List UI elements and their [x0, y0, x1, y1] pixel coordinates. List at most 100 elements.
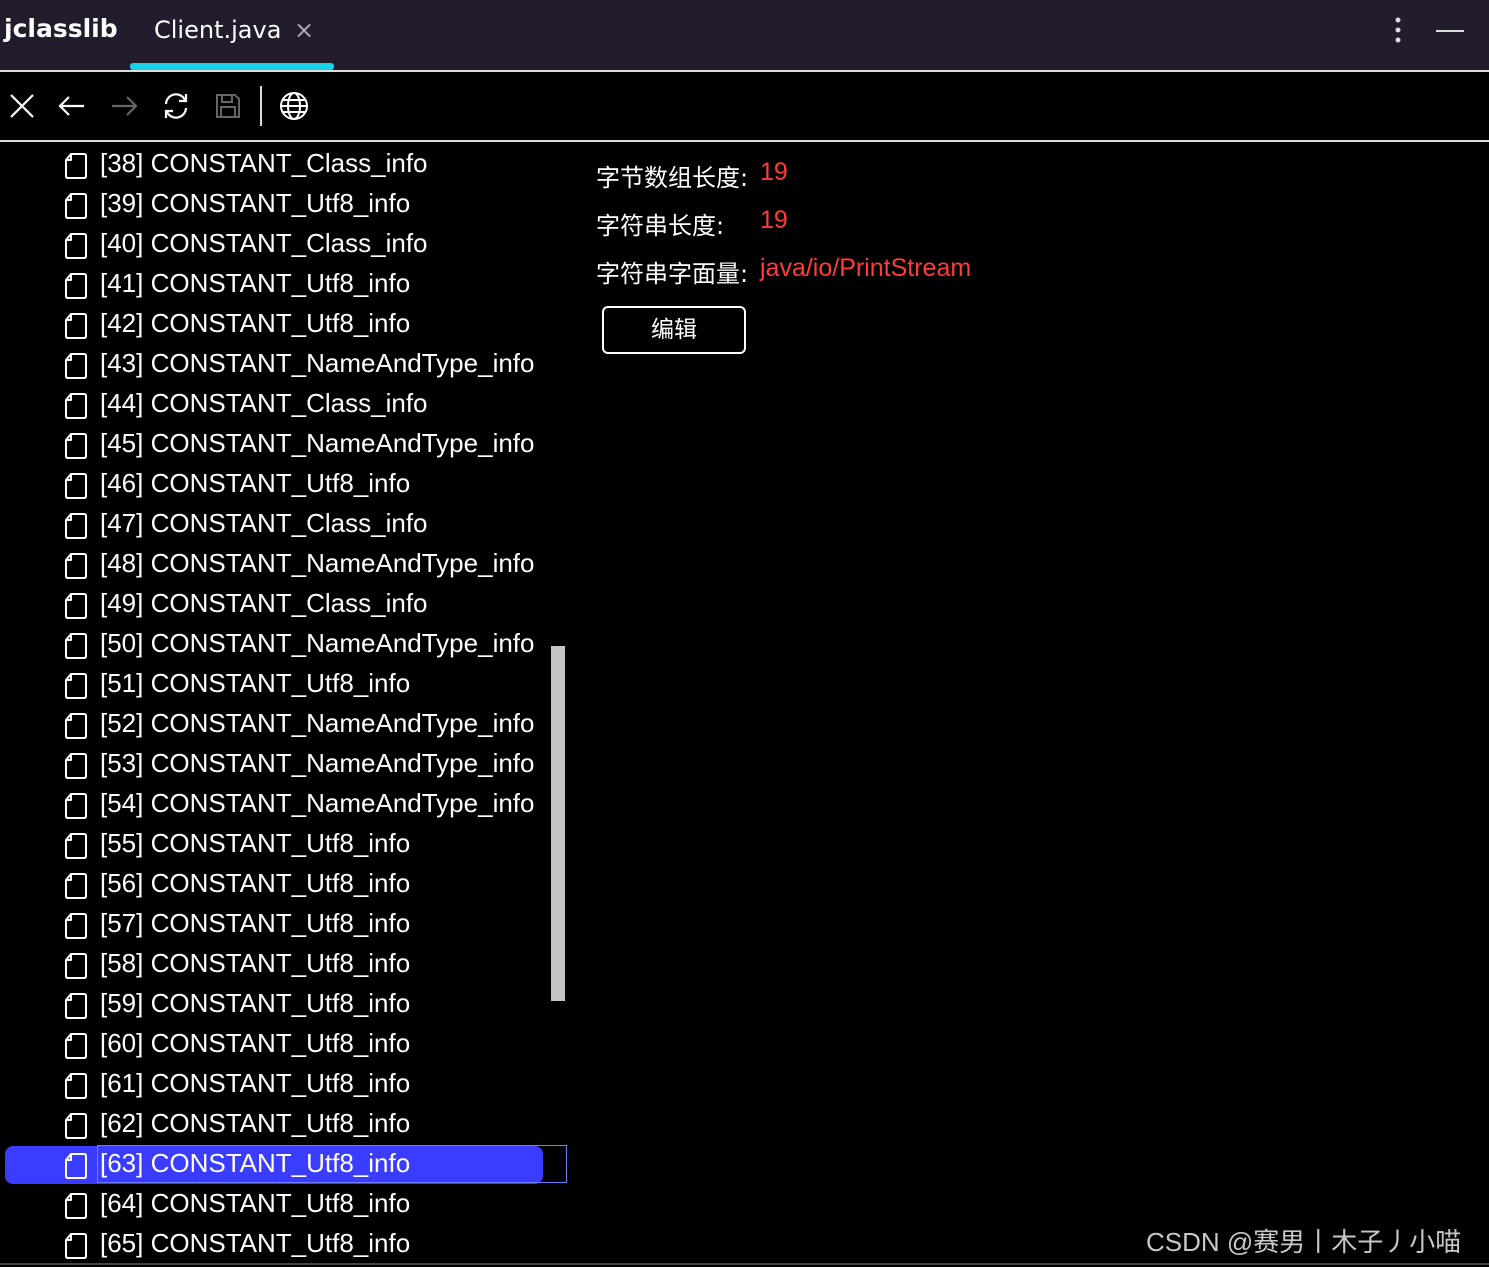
file-icon [65, 633, 87, 659]
tree-row[interactable]: [50] CONSTANT_NameAndType_info [0, 624, 570, 664]
tree-row-label: [63] CONSTANT_Utf8_info [100, 1148, 411, 1178]
byte-length-label: 字节数组长度: [596, 164, 749, 192]
tree-row[interactable]: [53] CONSTANT_NameAndType_info [0, 744, 570, 784]
tree-row[interactable]: [45] CONSTANT_NameAndType_info [0, 424, 570, 464]
back-arrow-icon[interactable] [56, 90, 88, 122]
tree-row[interactable]: [46] CONSTANT_Utf8_info [0, 464, 570, 504]
tree-row[interactable]: [41] CONSTANT_Utf8_info [0, 264, 570, 304]
tree-row[interactable]: [42] CONSTANT_Utf8_info [0, 304, 570, 344]
tree-row-label: [50] CONSTANT_NameAndType_info [100, 628, 535, 658]
tree-row[interactable]: [65] CONSTANT_Utf8_info [0, 1224, 570, 1264]
string-length-label: 字符串长度: [596, 212, 725, 240]
tree-row[interactable]: [60] CONSTANT_Utf8_info [0, 1024, 570, 1064]
file-icon [65, 153, 87, 179]
toolbar [0, 72, 1489, 140]
tree-row[interactable]: [44] CONSTANT_Class_info [0, 384, 570, 424]
edit-button[interactable]: 编辑 [602, 306, 746, 354]
file-icon [65, 1113, 87, 1139]
tree-row[interactable]: [39] CONSTANT_Utf8_info [0, 184, 570, 224]
string-literal-value: java/io/PrintStream [760, 254, 972, 282]
file-icon [65, 913, 87, 939]
string-literal-label: 字符串字面量: [596, 260, 749, 288]
file-icon [65, 753, 87, 779]
file-icon [65, 553, 87, 579]
file-icon [65, 1033, 87, 1059]
tree-row[interactable]: [40] CONSTANT_Class_info [0, 224, 570, 264]
tree-row[interactable]: [56] CONSTANT_Utf8_info [0, 864, 570, 904]
more-options-icon[interactable] [1386, 14, 1410, 46]
file-icon [65, 1193, 87, 1219]
save-icon[interactable] [212, 90, 244, 122]
tree-row-label: [59] CONSTANT_Utf8_info [100, 988, 411, 1018]
file-icon [65, 593, 87, 619]
tree-row-label: [40] CONSTANT_Class_info [100, 228, 428, 258]
tree-row-label: [51] CONSTANT_Utf8_info [100, 668, 411, 698]
file-icon [65, 1233, 87, 1259]
file-icon [65, 713, 87, 739]
tree-row-label: [56] CONSTANT_Utf8_info [100, 868, 411, 898]
tree-row[interactable]: [47] CONSTANT_Class_info [0, 504, 570, 544]
tree-row[interactable]: [64] CONSTANT_Utf8_info [0, 1184, 570, 1224]
tree-row[interactable]: [54] CONSTANT_NameAndType_info [0, 784, 570, 824]
tree-row-label: [57] CONSTANT_Utf8_info [100, 908, 411, 938]
tree-row[interactable]: [49] CONSTANT_Class_info [0, 584, 570, 624]
file-icon [65, 273, 87, 299]
file-icon [65, 1073, 87, 1099]
close-icon[interactable] [6, 90, 38, 122]
file-icon [65, 953, 87, 979]
tree-row-label: [46] CONSTANT_Utf8_info [100, 468, 411, 498]
file-icon [65, 673, 87, 699]
tree-row-label: [58] CONSTANT_Utf8_info [100, 948, 411, 978]
tree-row-label: [65] CONSTANT_Utf8_info [100, 1228, 411, 1258]
tree-row-label: [44] CONSTANT_Class_info [100, 388, 428, 418]
tree-row-label: [39] CONSTANT_Utf8_info [100, 188, 411, 218]
file-icon [65, 313, 87, 339]
tree-scrollbar[interactable] [551, 646, 565, 1001]
refresh-icon[interactable] [160, 90, 192, 122]
string-length-value: 19 [760, 206, 788, 234]
tree-row[interactable]: [51] CONSTANT_Utf8_info [0, 664, 570, 704]
toolbar-separator [260, 86, 262, 126]
file-icon [65, 193, 87, 219]
file-icon [65, 793, 87, 819]
tree-row[interactable]: [57] CONSTANT_Utf8_info [0, 904, 570, 944]
tree-row[interactable]: [61] CONSTANT_Utf8_info [0, 1064, 570, 1104]
tree-row-label: [60] CONSTANT_Utf8_info [100, 1028, 411, 1058]
tab-label: Client.java [154, 16, 282, 44]
tab-active-indicator [130, 63, 334, 70]
tree-row[interactable]: [52] CONSTANT_NameAndType_info [0, 704, 570, 744]
tab-client-java[interactable]: Client.java × [130, 0, 334, 70]
watermark: CSDN @赛男丨木子丿小喵 [1146, 1227, 1462, 1257]
tree-row-label: [54] CONSTANT_NameAndType_info [100, 788, 535, 818]
tree-row-label: [47] CONSTANT_Class_info [100, 508, 428, 538]
tree-row-label: [38] CONSTANT_Class_info [100, 148, 428, 178]
file-icon [65, 393, 87, 419]
file-icon [65, 1153, 87, 1179]
minimize-icon[interactable] [1436, 30, 1464, 32]
title-bar: jclasslib Client.java × [0, 0, 1489, 70]
tree-row[interactable]: [55] CONSTANT_Utf8_info [0, 824, 570, 864]
tree-row-label: [64] CONSTANT_Utf8_info [100, 1188, 411, 1218]
tab-close-icon[interactable]: × [294, 18, 314, 42]
tree-row-label: [55] CONSTANT_Utf8_info [100, 828, 411, 858]
tree-row-label: [49] CONSTANT_Class_info [100, 588, 428, 618]
tree-row[interactable]: [63] CONSTANT_Utf8_info [0, 1144, 570, 1184]
tree-row[interactable]: [58] CONSTANT_Utf8_info [0, 944, 570, 984]
tree-row-label: [41] CONSTANT_Utf8_info [100, 268, 411, 298]
app-name: jclasslib [4, 14, 118, 43]
tree-row-label: [52] CONSTANT_NameAndType_info [100, 708, 535, 738]
bottom-border [0, 1263, 1489, 1265]
tree-row[interactable]: [62] CONSTANT_Utf8_info [0, 1104, 570, 1144]
file-icon [65, 433, 87, 459]
tree-row-label: [45] CONSTANT_NameAndType_info [100, 428, 535, 458]
tree-row-label: [53] CONSTANT_NameAndType_info [100, 748, 535, 778]
file-icon [65, 993, 87, 1019]
tree-row[interactable]: [48] CONSTANT_NameAndType_info [0, 544, 570, 584]
tree-row[interactable]: [59] CONSTANT_Utf8_info [0, 984, 570, 1024]
tree-row[interactable]: [43] CONSTANT_NameAndType_info [0, 344, 570, 384]
tree-row[interactable]: [38] CONSTANT_Class_info [0, 144, 570, 184]
forward-arrow-icon[interactable] [108, 90, 140, 122]
byte-length-value: 19 [760, 158, 788, 186]
constant-pool-tree[interactable]: [38] CONSTANT_Class_info [39] CONSTANT_Ut… [0, 142, 570, 1267]
globe-icon[interactable] [278, 90, 310, 122]
